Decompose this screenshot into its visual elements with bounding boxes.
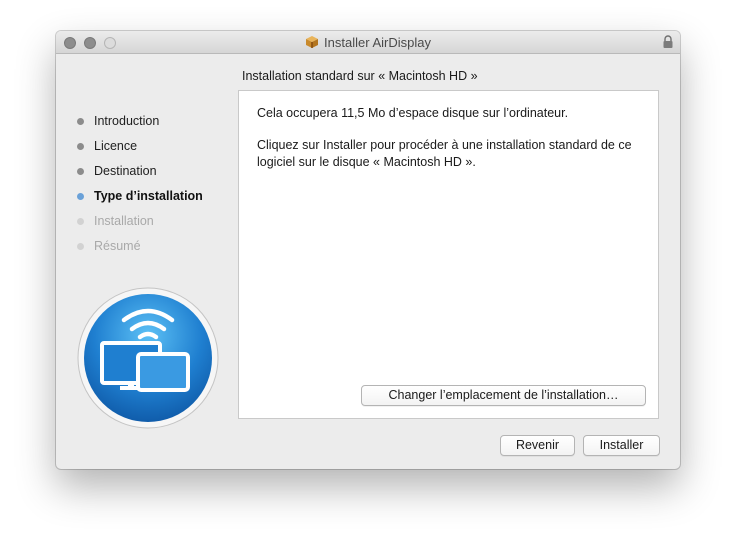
step-label: Type d’installation — [94, 189, 203, 203]
steps-sidebar: Introduction Licence Destination Type d’… — [76, 113, 203, 263]
step-summary: Résumé — [76, 238, 203, 263]
package-icon — [306, 36, 319, 48]
step-dot-icon — [77, 168, 84, 175]
title-bar[interactable]: Installer AirDisplay — [56, 31, 680, 54]
installer-window: Installer AirDisplay Installation standa… — [56, 31, 680, 469]
step-dot-icon — [77, 243, 84, 250]
step-label: Installation — [94, 214, 154, 228]
step-dot-icon — [77, 143, 84, 150]
change-install-location-button[interactable]: Changer l’emplacement de l’installation… — [361, 385, 646, 406]
step-installation-type: Type d’installation — [76, 188, 203, 213]
step-dot-icon — [77, 218, 84, 225]
window-title: Installer AirDisplay — [324, 34, 431, 50]
back-button[interactable]: Revenir — [500, 435, 575, 456]
step-dot-icon — [77, 193, 84, 200]
window-title-group: Installer AirDisplay — [56, 31, 680, 53]
airdisplay-logo-icon — [77, 287, 219, 429]
page-subtitle: Installation standard sur « Macintosh HD… — [242, 69, 478, 83]
step-licence: Licence — [76, 138, 203, 163]
install-button[interactable]: Installer — [583, 435, 660, 456]
content-panel: Cela occupera 11,5 Mo d’espace disque su… — [238, 90, 659, 419]
step-label: Résumé — [94, 239, 141, 253]
step-destination: Destination — [76, 163, 203, 188]
step-dot-icon — [77, 118, 84, 125]
step-label: Introduction — [94, 114, 160, 128]
step-label: Licence — [94, 139, 138, 153]
step-label: Destination — [94, 164, 157, 178]
step-introduction: Introduction — [76, 113, 203, 138]
install-instructions-text: Cliquez sur Installer pour procéder à un… — [257, 138, 632, 169]
lock-icon[interactable] — [662, 35, 674, 49]
disk-space-text: Cela occupera 11,5 Mo d’espace disque su… — [257, 106, 569, 120]
step-installation: Installation — [76, 213, 203, 238]
